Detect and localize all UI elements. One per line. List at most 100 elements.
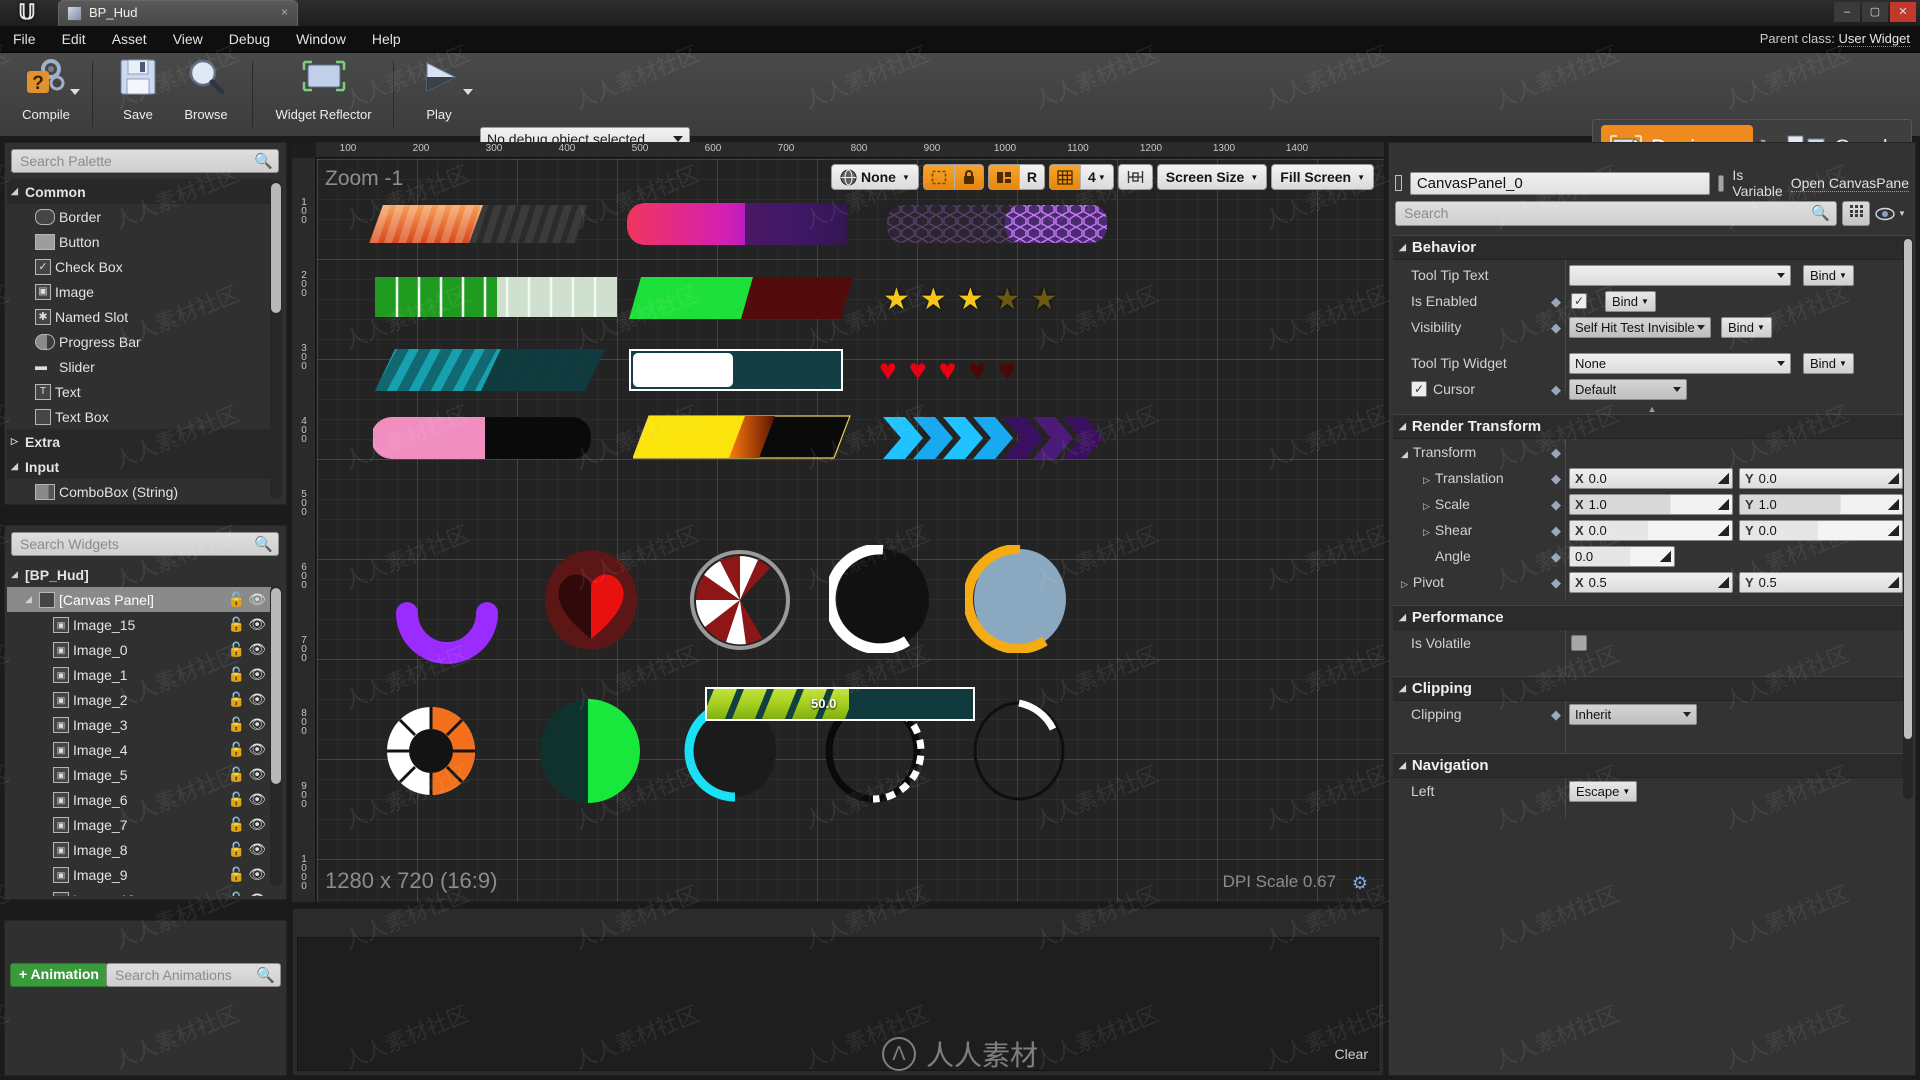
- eye-icon[interactable]: 👁: [248, 716, 266, 733]
- tool-tip-text-field[interactable]: [1569, 264, 1791, 286]
- bind-pin-icon[interactable]: ◆: [1551, 707, 1561, 723]
- menu-item-edit[interactable]: Edit: [49, 26, 99, 52]
- pinwheel-radial[interactable]: [687, 547, 793, 653]
- orange-striped-bar[interactable]: [369, 203, 589, 245]
- thin-arc[interactable]: [965, 697, 1073, 805]
- expander-icon[interactable]: ◢: [25, 594, 39, 605]
- translation-y-field[interactable]: Y 0.0: [1739, 467, 1903, 489]
- eye-icon[interactable]: 👁: [248, 591, 266, 608]
- palette-item-text[interactable]: T Text: [7, 379, 271, 404]
- hierarchy-item[interactable]: ▣ Image_15 🔓 👁: [7, 612, 271, 637]
- scale-x-field[interactable]: X 1.0: [1569, 493, 1733, 515]
- star-rating[interactable]: ★ ★ ★ ★ ★: [883, 279, 1113, 319]
- fill-screen-dropdown[interactable]: Fill Screen ▼: [1271, 164, 1374, 190]
- unlock-icon[interactable]: 🔓: [228, 666, 245, 683]
- gear-icon[interactable]: ⚙: [1352, 873, 1368, 894]
- maximize-button[interactable]: ▢: [1862, 2, 1888, 22]
- widget-reflector-button[interactable]: Widget Reflector: [256, 57, 391, 133]
- open-canvas-panel-link[interactable]: Open CanvasPane: [1790, 175, 1909, 192]
- unlock-icon[interactable]: 🔓: [228, 891, 245, 896]
- hierarchy-root[interactable]: ◢ [BP_Hud]: [7, 562, 271, 587]
- unlock-icon[interactable]: 🔓: [228, 816, 245, 833]
- orange-donut[interactable]: [379, 699, 483, 803]
- red-heart-radial[interactable]: [539, 547, 643, 653]
- translation-x-field[interactable]: X 0.0: [1569, 467, 1733, 489]
- compile-button[interactable]: ? Compile: [4, 57, 88, 133]
- animations-search-input[interactable]: Search Animations 🔍: [106, 963, 281, 987]
- clear-button[interactable]: Clear: [1335, 1046, 1368, 1062]
- unlock-icon[interactable]: 🔓: [228, 591, 245, 608]
- angle-field[interactable]: 0.0: [1569, 545, 1675, 567]
- hierarchy-item[interactable]: ▣ Image_0 🔓 👁: [7, 637, 271, 662]
- pink-black-bar[interactable]: [371, 417, 591, 459]
- document-tab[interactable]: BP_Hud ×: [58, 0, 298, 26]
- palette-group-common[interactable]: ◢ Common: [7, 179, 271, 204]
- white-teal-bar[interactable]: [629, 349, 843, 391]
- palette-item-slider[interactable]: ▬ Slider: [7, 354, 271, 379]
- cursor-dropdown[interactable]: Default: [1569, 378, 1687, 400]
- object-name-field[interactable]: CanvasPanel_0: [1409, 171, 1710, 195]
- honeycomb-purple-bar[interactable]: [887, 203, 1107, 245]
- unlock-icon[interactable]: 🔓: [228, 691, 245, 708]
- menu-item-debug[interactable]: Debug: [216, 26, 283, 52]
- hierarchy-item-selected[interactable]: ◢ [Canvas Panel] 🔓 👁: [7, 587, 271, 612]
- palette-item-combobox[interactable]: ComboBox (String): [7, 479, 271, 501]
- category-behavior[interactable]: ◢ Behavior: [1393, 235, 1911, 260]
- collapse-handle[interactable]: ▲: [1393, 404, 1911, 414]
- canvas-area[interactable]: Zoom -1 1280 x 720 (16:9) DPI Scale 0.67…: [317, 159, 1384, 902]
- parent-class-value[interactable]: User Widget: [1838, 31, 1910, 47]
- yellow-fire-bar[interactable]: [632, 415, 851, 459]
- shear-y-field[interactable]: Y 0.0: [1739, 519, 1903, 541]
- palette-item-progress-bar[interactable]: Progress Bar: [7, 329, 271, 354]
- palette-group-extra[interactable]: ▷ Extra: [7, 429, 271, 454]
- scale-y-field[interactable]: Y 1.0: [1739, 493, 1903, 515]
- close-icon[interactable]: ×: [281, 5, 288, 19]
- palette-item-text-box[interactable]: Text Box: [7, 404, 271, 429]
- rotation-snap-label[interactable]: R: [1020, 165, 1044, 189]
- eye-icon[interactable]: 👁: [248, 866, 266, 883]
- compile-dropdown-arrow[interactable]: [70, 89, 80, 95]
- visibility-dropdown[interactable]: Self Hit Test Invisible: [1569, 316, 1711, 338]
- browse-button[interactable]: Browse: [164, 57, 248, 133]
- hierarchy-item[interactable]: ▣ Image_3 🔓 👁: [7, 712, 271, 737]
- white-ring-radial[interactable]: [824, 543, 937, 655]
- eye-icon[interactable]: 👁: [248, 841, 266, 858]
- compiler-results-output[interactable]: Clear: [297, 937, 1379, 1071]
- palette-item-border[interactable]: Border: [7, 204, 271, 229]
- minimize-button[interactable]: –: [1834, 2, 1860, 22]
- unlock-icon[interactable]: 🔓: [228, 741, 245, 758]
- bind-pin-icon[interactable]: ◆: [1551, 497, 1561, 513]
- tool-tip-widget-dropdown[interactable]: None: [1569, 352, 1791, 374]
- eye-icon[interactable]: 👁: [248, 641, 266, 658]
- menu-item-view[interactable]: View: [160, 26, 216, 52]
- unlock-icon[interactable]: 🔓: [228, 766, 245, 783]
- hierarchy-item[interactable]: ▣ Image_10 🔓👁: [7, 887, 271, 896]
- green-segment-bar[interactable]: [375, 277, 617, 317]
- hierarchy-item[interactable]: ▣ Image_2 🔓 👁: [7, 687, 271, 712]
- is-variable-checkbox[interactable]: [1717, 174, 1725, 192]
- is-enabled-checkbox[interactable]: ✓: [1571, 293, 1587, 309]
- snap-icon[interactable]: [988, 165, 1020, 189]
- layout-button[interactable]: [1117, 164, 1153, 190]
- hierarchy-item[interactable]: ▣ Image_8 🔓 👁: [7, 837, 271, 862]
- hierarchy-item[interactable]: ▣ Image_6 🔓 👁: [7, 787, 271, 812]
- grid-icon[interactable]: [1050, 165, 1082, 189]
- details-search-input[interactable]: Search 🔍: [1395, 201, 1837, 226]
- bind-pin-icon[interactable]: ◆: [1551, 471, 1561, 487]
- teal-striped-bar[interactable]: [375, 349, 605, 391]
- globe-none-button[interactable]: None ▼: [830, 164, 919, 190]
- palette-search-input[interactable]: Search Palette 🔍: [11, 149, 279, 173]
- hierarchy-search-input[interactable]: Search Widgets 🔍: [11, 532, 279, 556]
- bind-pin-icon[interactable]: ◆: [1551, 549, 1561, 565]
- eye-icon[interactable]: 👁: [248, 741, 266, 758]
- pivot-y-field[interactable]: Y 0.5: [1739, 571, 1903, 593]
- category-clipping[interactable]: ◢ Clipping: [1393, 676, 1911, 701]
- eye-icon[interactable]: 👁: [248, 766, 266, 783]
- screen-size-dropdown[interactable]: Screen Size ▼: [1156, 164, 1268, 190]
- is-enabled-bind-button[interactable]: Bind ▼: [1605, 290, 1656, 312]
- palette-item-checkbox[interactable]: ✓ Check Box: [7, 254, 271, 279]
- visibility-bind-button[interactable]: Bind ▼: [1721, 316, 1772, 338]
- unlock-icon[interactable]: 🔓: [228, 866, 245, 883]
- unlock-icon[interactable]: 🔓: [228, 716, 245, 733]
- play-button[interactable]: Play: [397, 57, 481, 133]
